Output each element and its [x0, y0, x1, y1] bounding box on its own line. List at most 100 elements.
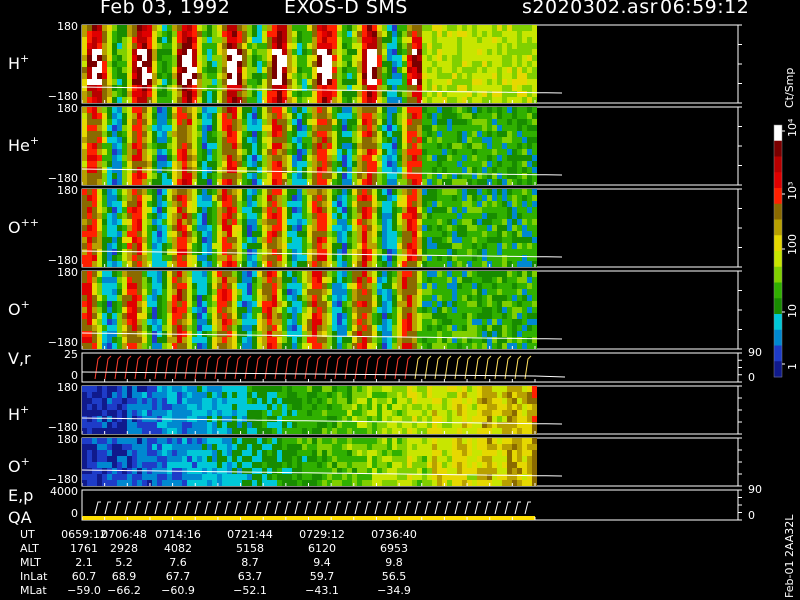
spec-cell [497, 243, 502, 249]
spec-cell [522, 283, 527, 289]
spec-cell [482, 289, 487, 295]
spec-cell [122, 325, 127, 331]
spec-cell [457, 37, 462, 43]
spec-cell [282, 91, 287, 97]
spec-cell [467, 189, 472, 195]
spec-cell [137, 283, 142, 289]
spec-cell [422, 201, 427, 207]
spec-cell [237, 319, 242, 325]
spec-cell [237, 119, 242, 125]
spec-cell [237, 331, 242, 337]
spec-cell [157, 107, 162, 113]
spec-cell [472, 301, 477, 307]
spec-cell [497, 73, 502, 79]
spec-cell [352, 219, 357, 225]
spec-cell [102, 137, 107, 143]
spec-cell [117, 313, 122, 319]
spec-cell [312, 271, 317, 277]
spec-cell [462, 55, 467, 61]
spec-cell [462, 343, 467, 349]
spec-cell [522, 49, 527, 55]
spec-cell [102, 155, 107, 161]
spec-cell [337, 155, 342, 161]
spec-cell [382, 143, 387, 149]
spec-cell [257, 179, 262, 185]
spec-cell [142, 337, 147, 343]
spec-cell [132, 307, 137, 313]
spec-cell [262, 113, 267, 119]
spec-cell [412, 97, 417, 103]
spec-cell [97, 173, 102, 179]
spec-cell [332, 179, 337, 185]
spec-cell [132, 125, 137, 131]
spec-cell [527, 91, 532, 97]
spec-cell [352, 307, 357, 313]
spec-cell [212, 55, 217, 61]
spec-cell [97, 237, 102, 243]
spec-cell [467, 277, 472, 283]
spec-cell [317, 231, 322, 237]
spec-cell [477, 195, 482, 201]
spec-cell [337, 255, 342, 261]
spec-cell [412, 155, 417, 161]
vr-trace [414, 355, 422, 380]
spec-cell [232, 231, 237, 237]
spec-cell [262, 137, 267, 143]
spec-cell [387, 149, 392, 155]
spec-cell [137, 161, 142, 167]
spec-cell [402, 79, 407, 85]
spec-cell [512, 313, 517, 319]
spec-cell [327, 195, 332, 201]
spec-cell [487, 167, 492, 173]
spec-cell [212, 143, 217, 149]
spec-cell [202, 61, 207, 67]
spec-cell [252, 91, 257, 97]
spec-cell [152, 143, 157, 149]
spec-cell [372, 37, 377, 43]
spec-cell [122, 119, 127, 125]
spec-cell [337, 61, 342, 67]
spec-cell [137, 343, 142, 349]
spec-cell [467, 113, 472, 119]
spec-cell [442, 125, 447, 131]
spec-cell [87, 301, 92, 307]
spec-cell [292, 189, 297, 195]
spec-cell [412, 271, 417, 277]
spec-cell [507, 289, 512, 295]
spec-cell [487, 325, 492, 331]
spec-cell [207, 91, 212, 97]
spec-cell [412, 237, 417, 243]
spec-cell [197, 307, 202, 313]
spec-cell [217, 113, 222, 119]
spec-cell [242, 331, 247, 337]
spec-cell [132, 231, 137, 237]
spec-cell [247, 55, 252, 61]
spec-cell [517, 313, 522, 319]
spec-cell [432, 55, 437, 61]
spec-cell [147, 137, 152, 143]
spec-cell [452, 25, 457, 31]
spec-cell [447, 137, 452, 143]
spec-cell [487, 73, 492, 79]
spec-cell [292, 43, 297, 49]
spec-cell [157, 137, 162, 143]
spec-cell [192, 31, 197, 37]
spec-cell [477, 231, 482, 237]
spec-cell [97, 331, 102, 337]
spec-cell [232, 91, 237, 97]
spec-cell [422, 137, 427, 143]
spec-cell [127, 61, 132, 67]
spec-cell [142, 343, 147, 349]
spec-cell [127, 386, 132, 392]
spec-cell [142, 231, 147, 237]
spec-cell [497, 113, 502, 119]
spec-cell [512, 85, 517, 91]
spec-cell [287, 179, 292, 185]
spec-cell [142, 295, 147, 301]
spec-cell [137, 31, 142, 37]
spec-cell [257, 149, 262, 155]
spec-cell [277, 213, 282, 219]
spec-cell [322, 137, 327, 143]
spec-cell [342, 189, 347, 195]
spec-cell [332, 143, 337, 149]
